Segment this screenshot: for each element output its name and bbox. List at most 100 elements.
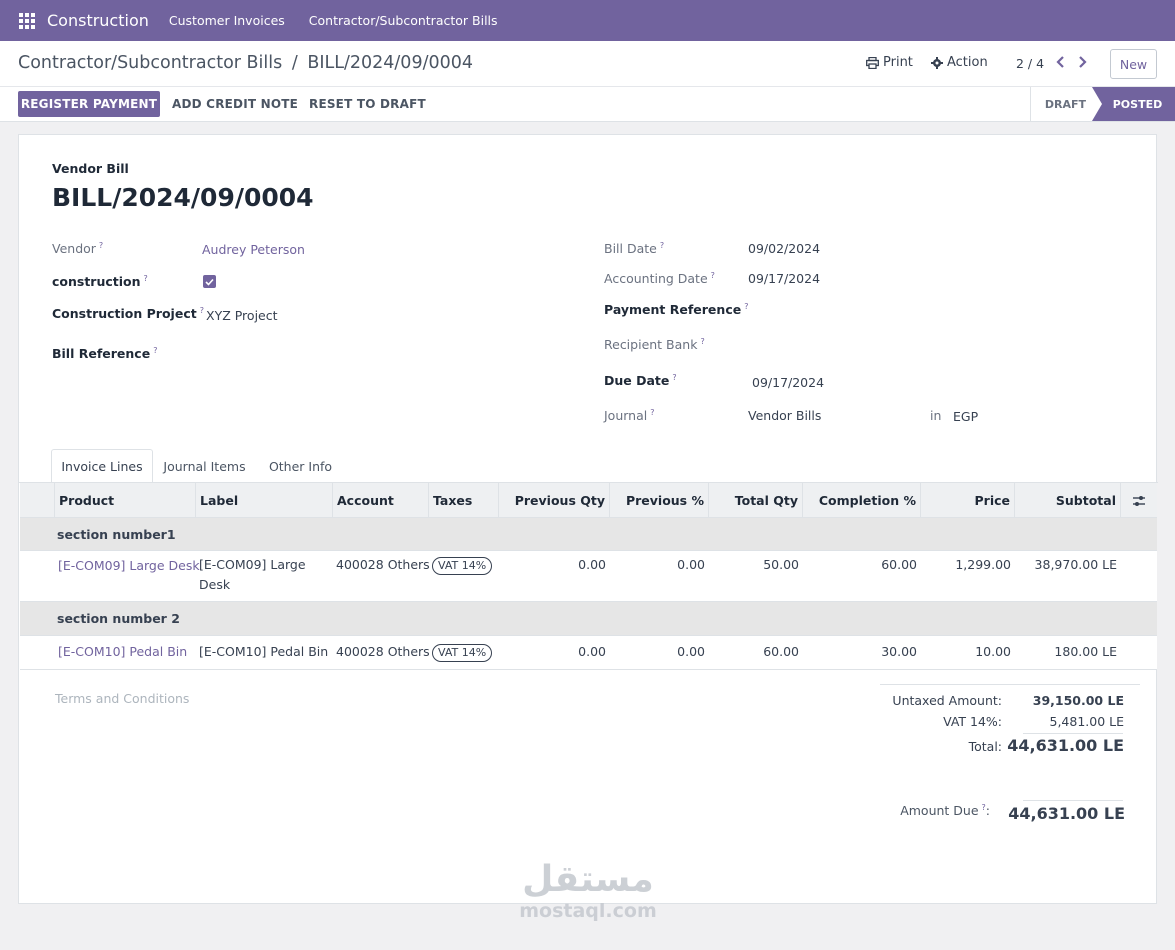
journal-field[interactable]: Vendor Bills [748, 408, 821, 423]
line-product[interactable]: [E-COM10] Pedal Bin [58, 642, 187, 662]
currency-field[interactable]: EGP [953, 409, 978, 424]
header-handle-column [20, 483, 55, 518]
notebook-tabs: Invoice Lines Journal Items Other Info [19, 449, 1158, 483]
menu-customer-invoices[interactable]: Customer Invoices [169, 13, 285, 28]
header-previous-qty[interactable]: Previous Qty [499, 483, 610, 518]
line-completion[interactable]: 30.00 [803, 642, 917, 662]
register-payment-button[interactable]: REGISTER PAYMENT [18, 91, 160, 117]
app-brand[interactable]: Construction [47, 11, 149, 30]
header-subtotal[interactable]: Subtotal [1015, 483, 1121, 518]
due-date-field[interactable]: 09/17/2024 [752, 375, 824, 390]
check-icon [205, 278, 214, 286]
line-account[interactable]: 400028 Others [336, 555, 430, 575]
journal-label: Journal? [604, 408, 654, 423]
help-icon[interactable]: ? [153, 346, 157, 355]
apps-menu-icon[interactable] [17, 11, 37, 31]
header-price[interactable]: Price [921, 483, 1015, 518]
accounting-date-label-text: Accounting Date [604, 271, 708, 287]
pager-next-button[interactable] [1075, 53, 1089, 71]
payment-reference-label: Payment Reference? [604, 302, 748, 317]
reset-to-draft-button[interactable]: RESET TO DRAFT [309, 91, 426, 117]
help-icon[interactable]: ? [650, 408, 654, 417]
line-account[interactable]: 400028 Others [336, 642, 430, 662]
help-icon[interactable]: ? [99, 241, 103, 250]
help-icon[interactable]: ? [660, 241, 664, 250]
move-type-label: Vendor Bill [52, 161, 129, 176]
accounting-date-field[interactable]: 09/17/2024 [748, 271, 820, 286]
construction-checkbox[interactable] [203, 275, 216, 288]
construction-project-field[interactable]: XYZ Project [206, 308, 278, 323]
header-total-qty[interactable]: Total Qty [709, 483, 803, 518]
tab-journal-items[interactable]: Journal Items [156, 449, 253, 483]
bill-date-label: Bill Date? [604, 241, 664, 256]
line-price[interactable]: 10.00 [921, 642, 1011, 662]
section-row[interactable]: section number1 [20, 518, 1157, 551]
add-credit-note-button[interactable]: ADD CREDIT NOTE [172, 91, 298, 117]
optional-columns-toggle[interactable] [1121, 483, 1157, 518]
amount-due-divider [1023, 800, 1123, 801]
amount-due-label-text: Amount Due [900, 803, 979, 819]
watermark-latin: mostaql.com [519, 900, 657, 922]
line-price[interactable]: 1,299.00 [921, 555, 1011, 575]
due-date-label: Due Date? [604, 373, 677, 388]
vendor-label-text: Vendor [52, 241, 96, 257]
header-taxes[interactable]: Taxes [429, 483, 499, 518]
pager-previous-button[interactable] [1054, 53, 1068, 71]
menu-contractor-bills[interactable]: Contractor/Subcontractor Bills [309, 13, 498, 28]
chevron-left-icon [1056, 56, 1064, 68]
line-previous-qty: 0.00 [578, 644, 606, 659]
sliders-icon [1133, 495, 1145, 506]
help-icon[interactable]: ? [672, 373, 676, 382]
table-header: Product Label Account Taxes Previous Qty… [20, 482, 1157, 518]
terms-and-conditions-field[interactable]: Terms and Conditions [55, 691, 189, 706]
header-label[interactable]: Label [196, 483, 333, 518]
bill-date-field[interactable]: 09/02/2024 [748, 241, 820, 256]
tax-badge[interactable]: VAT 14% [432, 557, 493, 575]
table-row[interactable]: [E-COM10] Pedal Bin [E-COM10] Pedal Bin … [20, 636, 1157, 670]
pager-value[interactable]: 2 / 4 [1016, 56, 1044, 71]
line-product[interactable]: [E-COM09] Large Desk [58, 556, 200, 576]
recipient-bank-label: Recipient Bank? [604, 337, 705, 352]
watermark-logo: مستقل mostaql.com [513, 860, 663, 923]
print-button[interactable]: Print [866, 55, 913, 70]
tab-invoice-lines[interactable]: Invoice Lines [51, 449, 153, 483]
line-total-qty[interactable]: 50.00 [709, 555, 799, 575]
help-icon[interactable]: ? [711, 271, 715, 280]
help-icon[interactable]: ? [144, 274, 148, 283]
amount-due-value: 44,631.00 LE [1008, 804, 1125, 823]
tax-badge[interactable]: VAT 14% [432, 644, 493, 662]
vat-value: 5,481.00 LE [1049, 714, 1125, 729]
header-previous-pct[interactable]: Previous % [610, 483, 709, 518]
header-account[interactable]: Account [333, 483, 429, 518]
help-icon[interactable]: ? [200, 306, 204, 315]
total-divider [1023, 733, 1123, 734]
status-draft[interactable]: DRAFT [1030, 87, 1100, 121]
table-row[interactable]: [E-COM09] Large Desk [E-COM09] Large Des… [20, 551, 1157, 602]
line-previous-qty: 0.00 [578, 557, 606, 572]
tab-other-info[interactable]: Other Info [259, 449, 342, 483]
breadcrumb-parent[interactable]: Contractor/Subcontractor Bills [18, 53, 282, 73]
control-panel: Contractor/Subcontractor Bills / BILL/20… [0, 41, 1175, 122]
line-completion[interactable]: 60.00 [803, 555, 917, 575]
journal-label-text: Journal [604, 408, 648, 424]
bill-reference-label-text: Bill Reference [52, 346, 151, 362]
form-sheet: Vendor Bill BILL/2024/09/0004 Vendor? Au… [18, 134, 1158, 904]
vendor-field[interactable]: Audrey Peterson [202, 242, 305, 257]
section-row[interactable]: section number 2 [20, 602, 1157, 636]
accounting-date-label: Accounting Date? [604, 271, 715, 286]
header-product[interactable]: Product [55, 483, 196, 518]
help-icon[interactable]: ? [744, 302, 748, 311]
construction-label-text: construction [52, 274, 141, 290]
action-button[interactable]: Action [931, 55, 988, 70]
status-bar: DRAFT POSTED [1030, 87, 1175, 121]
action-label: Action [947, 55, 988, 70]
line-total-qty[interactable]: 60.00 [709, 642, 799, 662]
totals-divider [880, 684, 1140, 685]
help-icon[interactable]: ? [700, 337, 704, 346]
header-completion[interactable]: Completion % [803, 483, 921, 518]
new-button[interactable]: New [1110, 49, 1157, 79]
payment-reference-label-text: Payment Reference [604, 302, 742, 318]
line-previous-pct: 0.00 [677, 644, 705, 659]
recipient-bank-label-text: Recipient Bank [604, 337, 698, 353]
breadcrumb: Contractor/Subcontractor Bills / BILL/20… [18, 53, 473, 73]
